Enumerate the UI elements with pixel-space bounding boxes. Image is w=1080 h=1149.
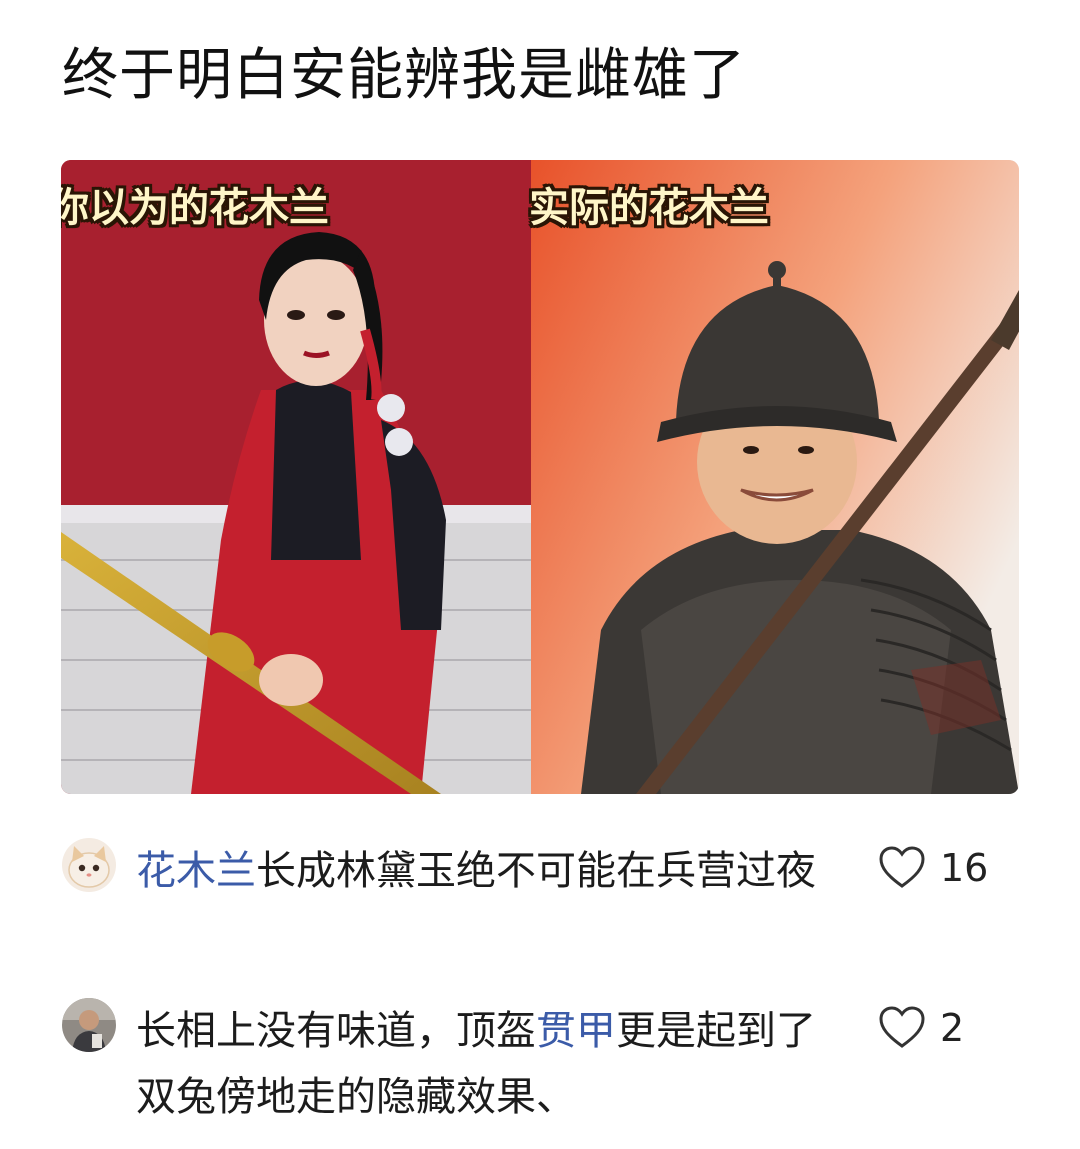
like-count: 2 — [940, 1006, 965, 1050]
post-title: 终于明白安能辨我是雌雄了 — [62, 43, 746, 108]
comment-item: 长相上没有味道，顶盔贯甲更是起到了双兔傍地走的隐藏效果、 2 — [0, 998, 1080, 1138]
person-avatar-icon — [62, 998, 116, 1052]
comment-body-start: 长相上没有味道，顶盔 — [136, 1008, 536, 1054]
like-button[interactable]: 2 — [878, 1006, 964, 1050]
cat-avatar-icon — [62, 838, 116, 892]
caption-left: 你以为的花木兰 — [61, 185, 329, 231]
like-count: 16 — [940, 846, 989, 890]
caption-right: 实际的花木兰 — [529, 185, 769, 231]
heart-outline-icon — [879, 846, 925, 888]
comment-text: 长相上没有味道，顶盔贯甲更是起到了双兔傍地走的隐藏效果、 — [136, 998, 826, 1130]
post-image-illustration — [61, 160, 1019, 794]
commenter-avatar[interactable] — [62, 838, 116, 892]
post-image[interactable]: 你以为的花木兰 实际的花木兰 — [61, 160, 1019, 794]
like-button[interactable]: 16 — [878, 846, 988, 890]
comment-item: 花木兰长成林黛玉绝不可能在兵营过夜 16 — [0, 838, 1080, 978]
commenter-avatar[interactable] — [62, 998, 116, 1052]
comment-body: 长成林黛玉绝不可能在兵营过夜 — [256, 848, 816, 894]
heart-outline-icon — [879, 1006, 925, 1048]
highlight-keyword[interactable]: 花木兰 — [136, 848, 256, 894]
highlight-keyword[interactable]: 贯甲 — [536, 1008, 616, 1054]
comment-text: 花木兰长成林黛玉绝不可能在兵营过夜 — [136, 838, 826, 904]
